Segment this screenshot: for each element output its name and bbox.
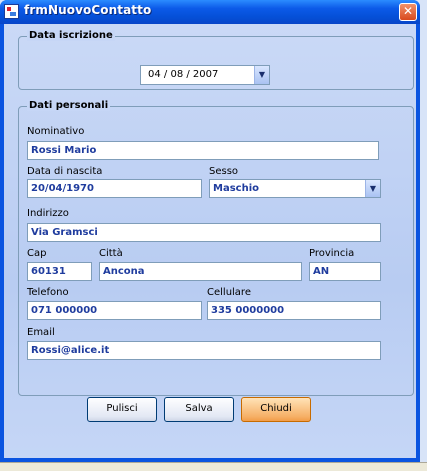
clear-button[interactable]: Pulisci	[87, 397, 157, 422]
data-nascita-field[interactable]: 20/04/1970	[27, 179, 202, 198]
save-button[interactable]: Salva	[164, 397, 234, 422]
personal-data-group-title: Dati personali	[27, 100, 111, 111]
provincia-field[interactable]: AN	[309, 262, 381, 281]
close-window-button[interactable]: ✕	[399, 3, 417, 21]
nominativo-label: Nominativo	[27, 126, 85, 137]
form-body: Data iscrizione 04 / 08 / 2007 ▼ Dati pe…	[4, 24, 416, 458]
chevron-down-icon[interactable]: ▼	[365, 180, 380, 197]
registration-group: Data iscrizione 04 / 08 / 2007 ▼	[18, 30, 414, 90]
sesso-value: Maschio	[213, 183, 259, 194]
title-bar[interactable]: frmNuovoContatto ✕	[0, 0, 420, 24]
citta-label: Città	[99, 248, 123, 259]
personal-data-group: Dati personali Nominativo Rossi Mario Da…	[18, 100, 414, 396]
citta-field[interactable]: Ancona	[99, 262, 302, 281]
cap-label: Cap	[27, 248, 47, 259]
sesso-select[interactable]: Maschio ▼	[209, 179, 381, 198]
form-icon	[4, 4, 19, 19]
cellulare-label: Cellulare	[207, 287, 251, 298]
email-label: Email	[27, 327, 55, 338]
provincia-label: Provincia	[309, 248, 355, 259]
window-title: frmNuovoContatto	[24, 3, 152, 17]
telefono-field[interactable]: 071 000000	[27, 301, 202, 320]
sesso-label: Sesso	[209, 166, 239, 177]
email-field[interactable]: Rossi@alice.it	[27, 341, 381, 360]
data-nascita-label: Data di nascita	[27, 166, 103, 177]
indirizzo-label: Indirizzo	[27, 208, 69, 219]
registration-date-picker[interactable]: 04 / 08 / 2007 ▼	[140, 65, 270, 85]
cap-field[interactable]: 60131	[27, 262, 92, 281]
close-button[interactable]: Chiudi	[241, 397, 311, 422]
telefono-label: Telefono	[27, 287, 69, 298]
registration-date-value: 04 / 08 / 2007	[148, 69, 219, 80]
form-window: frmNuovoContatto ✕ Data iscrizione 04 / …	[0, 0, 420, 462]
cellulare-field[interactable]: 335 0000000	[207, 301, 381, 320]
registration-group-title: Data iscrizione	[27, 30, 115, 41]
indirizzo-field[interactable]: Via Gramsci	[27, 223, 381, 242]
chevron-down-icon[interactable]: ▼	[254, 66, 269, 84]
nominativo-field[interactable]: Rossi Mario	[27, 141, 379, 160]
